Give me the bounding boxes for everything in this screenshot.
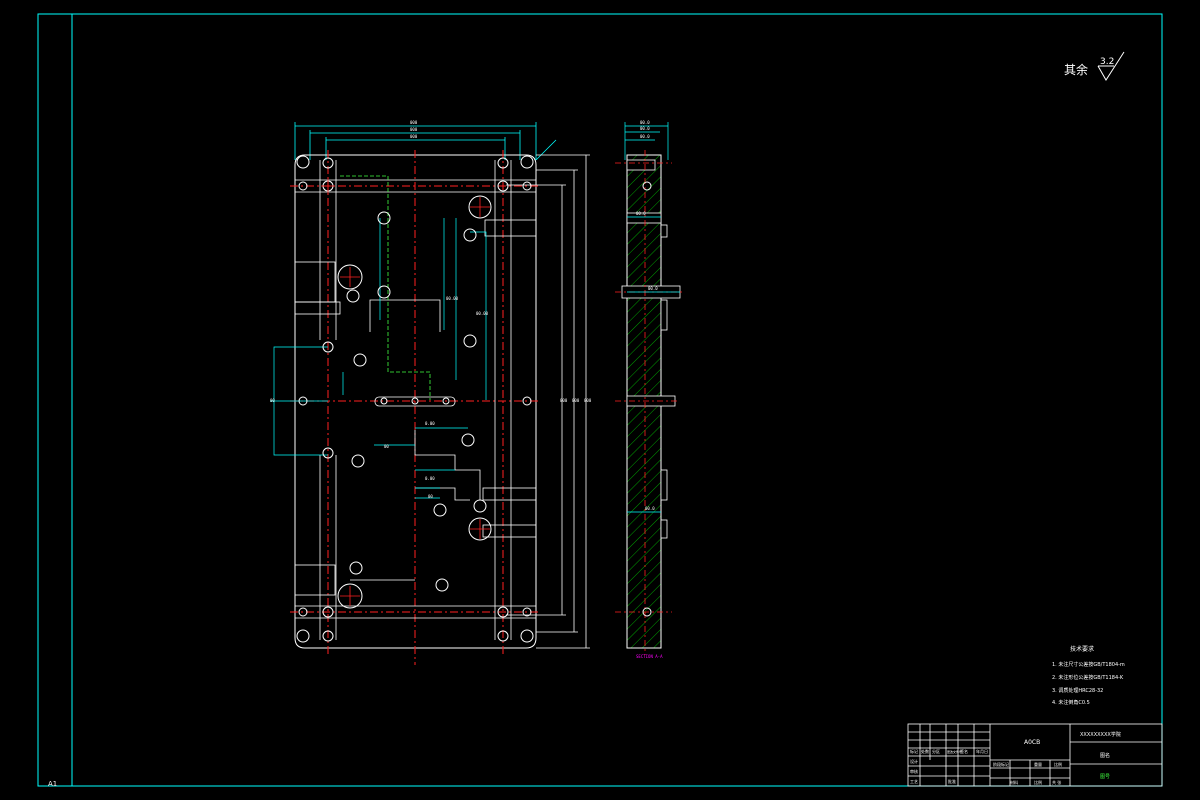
svg-text:000: 000 [584,398,592,403]
svg-text:0.00: 0.00 [425,421,435,426]
tb-label-mark: 标记 [910,748,918,754]
front-top-dim-texts: 000 000 000 [410,120,418,139]
drawing-name: 图名 [1100,752,1110,759]
svg-text:00.0: 00.0 [645,506,655,511]
svg-text:00.0: 00.0 [640,134,650,139]
side-view: 00.0 00.0 00.0 00.0 00.0 00.0 SECTION A-… [615,120,685,659]
tech-requirement-3: 3. 调质处理HRC28-32 [1052,687,1103,694]
front-center-lines [290,150,540,665]
svg-text:000: 000 [410,127,418,132]
tb-ratio: 比例 [1034,779,1042,785]
tb-material: 材料 [1010,779,1018,785]
svg-text:000: 000 [572,398,580,403]
roughness-label: 其余 [1064,62,1088,77]
cad-drawing-canvas: A1 其余 3.2 000 000 000 00 000 000 000 00.… [37,13,1163,788]
svg-text:00: 00 [384,444,389,449]
svg-text:00: 00 [428,494,433,499]
tb-weight-header: 重量 [1034,761,1042,767]
tb-role-process: 工艺 [910,779,918,784]
svg-text:00: 00 [270,398,275,403]
side-view-label: SECTION A-A [636,654,663,659]
front-dim-texts: 00 000 000 000 00.00 00.00 00 0.00 00 0.… [270,296,592,499]
svg-text:00.0: 00.0 [636,211,646,216]
tech-requirements: 技术要求 1. 未注尺寸公差按GB/T1804-m 2. 未注形位公差按GB/T… [1052,645,1125,706]
title-block [907,723,1163,787]
tb-label-count: 处数 [921,748,929,754]
tech-requirements-title: 技术要求 [1070,645,1094,653]
svg-text:000: 000 [410,120,418,125]
svg-text:00.00: 00.00 [476,311,489,316]
tb-label-zone: 分区 [932,748,940,754]
tech-requirement-1: 1. 未注尺寸公差按GB/T1804-m [1052,661,1125,668]
tech-requirement-4: 4. 未注倒角C0.5 [1052,699,1090,706]
sheet-border-outer [37,13,1163,787]
tech-requirement-2: 2. 未注形位公差按GB/T1184-K [1052,674,1124,681]
svg-text:00.0: 00.0 [640,120,650,125]
tb-stage-header: 阶段标记 [993,761,1009,767]
school-name: XXXXXXXXX学院 [1080,731,1121,738]
front-view: 000 000 000 00 000 000 000 00.00 00.00 0… [270,120,592,665]
tb-label-sign: 签名 [960,748,968,754]
tb-label-date: 年月日 [976,748,988,754]
tb-role-design: 设计 [910,758,918,764]
drawing-no: 图号 [1100,774,1110,780]
tb-sheet: 共 张 [1052,779,1061,785]
svg-text:0.00: 0.00 [425,476,435,481]
svg-text:00.00: 00.00 [446,296,459,301]
title-block-texts: A0CB XXXXXXXXX学院 图名 图号 标记 处数 分区 更改文件号 签名… [910,731,1121,785]
svg-text:00.0: 00.0 [648,286,658,291]
tb-role-approve: 批准 [948,778,956,784]
svg-text:00.0: 00.0 [640,126,650,131]
part-name: A0CB [1024,739,1040,746]
roughness-note: 其余 3.2 [1064,51,1125,81]
front-hole-centers [321,179,490,606]
svg-text:000: 000 [560,398,568,403]
sheet-size-label: A1 [48,780,57,788]
front-top-dimensions [294,122,557,161]
drawing-frame [71,13,1163,787]
tb-role-review: 审核 [910,768,918,774]
tb-ratio-header: 比例 [1054,761,1062,767]
svg-text:000: 000 [410,134,418,139]
front-inner-dimensions [270,218,487,499]
